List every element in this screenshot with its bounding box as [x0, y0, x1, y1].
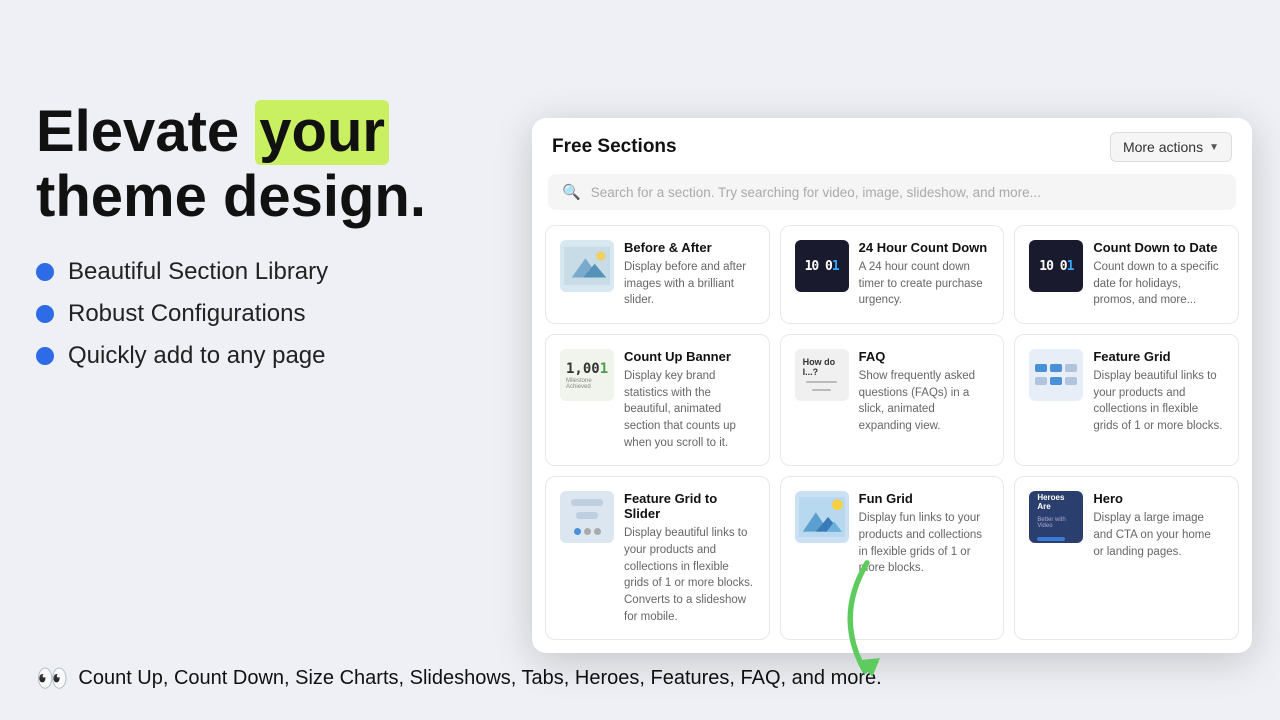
card-title-fun-grid: Fun Grid: [859, 491, 990, 506]
hero-subline-thumb: Better with Video: [1037, 517, 1075, 529]
card-title-feature-slider: Feature Grid to Slider: [624, 491, 755, 521]
search-icon: 🔍: [562, 183, 581, 201]
card-content-count-up: Count Up Banner Display key brand statis…: [624, 349, 755, 451]
feat-row-1: [1035, 364, 1077, 372]
countup-number: 1,001: [566, 361, 608, 377]
bullet-3: Quickly add to any page: [36, 342, 496, 370]
card-content-fun-grid: Fun Grid Display fun links to your produ…: [859, 491, 990, 577]
card-content-hero: Hero Display a large image and CTA on yo…: [1093, 491, 1224, 560]
card-count-up[interactable]: 1,001 Milestone Achieved Count Up Banner…: [545, 334, 770, 466]
card-desc-feature-grid: Display beautiful links to your products…: [1093, 368, 1224, 435]
card-thumb-feature-slider: [560, 491, 614, 543]
card-desc-fun-grid: Display fun links to your products and c…: [859, 510, 990, 577]
more-actions-button[interactable]: More actions ▼: [1110, 132, 1232, 162]
card-content-feature-slider: Feature Grid to Slider Display beautiful…: [624, 491, 755, 625]
card-title-countdown-date: Count Down to Date: [1093, 240, 1224, 255]
faq-line-1: [806, 381, 836, 383]
modal-title: Free Sections: [552, 136, 677, 158]
feat-row-2: [1035, 377, 1077, 385]
card-content-faq: FAQ Show frequently asked questions (FAQ…: [859, 349, 990, 435]
card-hero[interactable]: Heroes Are Better with Video Hero Displa…: [1014, 476, 1239, 640]
card-thumb-hero: Heroes Are Better with Video: [1029, 491, 1083, 543]
feature-bullets: Beautiful Section Library Robust Configu…: [36, 258, 496, 370]
card-before-after[interactable]: Before & After Display before and after …: [545, 225, 770, 324]
card-title-count-up: Count Up Banner: [624, 349, 755, 364]
card-thumb-feature-grid: [1029, 349, 1083, 401]
card-desc-faq: Show frequently asked questions (FAQs) i…: [859, 368, 990, 435]
card-thumb-fun-grid: [795, 491, 849, 543]
bullet-2: Robust Configurations: [36, 300, 496, 328]
card-title-24-countdown: 24 Hour Count Down: [859, 240, 990, 255]
eyes-icon: 👀: [36, 663, 68, 694]
card-title-faq: FAQ: [859, 349, 990, 364]
card-thumb-countdown-date: 10 01: [1029, 240, 1083, 292]
main-headline: Elevate your theme design.: [36, 100, 496, 230]
slider-line-2: [576, 512, 599, 519]
card-content-before-after: Before & After Display before and after …: [624, 240, 755, 309]
chevron-down-icon: ▼: [1209, 142, 1219, 153]
card-thumb-count-up: 1,001 Milestone Achieved: [560, 349, 614, 401]
headline-highlight: your: [255, 100, 389, 165]
slider-dots: [574, 528, 601, 535]
card-countdown-date[interactable]: 10 01 Count Down to Date Count down to a…: [1014, 225, 1239, 324]
slider-line-1: [571, 499, 603, 506]
card-fun-grid[interactable]: Fun Grid Display fun links to your produ…: [780, 476, 1005, 640]
card-feature-grid[interactable]: Feature Grid Display beautiful links to …: [1014, 334, 1239, 466]
bullet-dot-2: [36, 305, 54, 323]
card-thumb-24-countdown: 10 01: [795, 240, 849, 292]
card-content-countdown-date: Count Down to Date Count down to a speci…: [1093, 240, 1224, 309]
card-desc-countdown-date: Count down to a specific date for holida…: [1093, 259, 1224, 309]
card-24-countdown[interactable]: 10 01 24 Hour Count Down A 24 hour count…: [780, 225, 1005, 324]
faq-question-label: How do I...?: [803, 357, 841, 377]
card-content-feature-grid: Feature Grid Display beautiful links to …: [1093, 349, 1224, 435]
card-desc-hero: Display a large image and CTA on your ho…: [1093, 510, 1224, 560]
left-panel: Elevate your theme design. Beautiful Sec…: [36, 100, 496, 410]
card-faq[interactable]: How do I...? FAQ Show frequently asked q…: [780, 334, 1005, 466]
bullet-dot-1: [36, 263, 54, 281]
modal-header: Free Sections More actions ▼: [532, 118, 1252, 162]
bullet-dot-3: [36, 347, 54, 365]
bullet-1: Beautiful Section Library: [36, 258, 496, 286]
free-sections-modal: Free Sections More actions ▼ 🔍 Search fo…: [532, 118, 1252, 653]
card-thumb-faq: How do I...?: [795, 349, 849, 401]
search-placeholder: Search for a section. Try searching for …: [591, 185, 1041, 200]
card-title-hero: Hero: [1093, 491, 1224, 506]
headline-part1: Elevate: [36, 99, 255, 164]
card-title-before-after: Before & After: [624, 240, 755, 255]
card-desc-before-after: Display before and after images with a b…: [624, 259, 755, 309]
headline-part2: theme design.: [36, 164, 426, 229]
card-feature-slider[interactable]: Feature Grid to Slider Display beautiful…: [545, 476, 770, 640]
hero-btn-thumb: [1037, 537, 1065, 541]
countup-subtitle: Milestone Achieved: [566, 378, 608, 390]
bottom-tagline: 👀 Count Up, Count Down, Size Charts, Sli…: [36, 663, 882, 694]
countdown-display: 10 01: [805, 259, 839, 274]
hero-headline-thumb: Heroes Are: [1037, 493, 1075, 511]
card-title-feature-grid: Feature Grid: [1093, 349, 1224, 364]
faq-line-2: [812, 389, 831, 391]
card-thumb-before-after: [560, 240, 614, 292]
search-bar[interactable]: 🔍 Search for a section. Try searching fo…: [548, 174, 1236, 210]
card-content-24-countdown: 24 Hour Count Down A 24 hour count down …: [859, 240, 990, 309]
more-actions-label: More actions: [1123, 139, 1203, 155]
sections-grid: Before & After Display before and after …: [532, 220, 1252, 653]
card-desc-feature-slider: Display beautiful links to your products…: [624, 525, 755, 625]
card-desc-count-up: Display key brand statistics with the be…: [624, 368, 755, 451]
countdown-date-display: 10 01: [1039, 259, 1073, 274]
card-desc-24-countdown: A 24 hour count down timer to create pur…: [859, 259, 990, 309]
